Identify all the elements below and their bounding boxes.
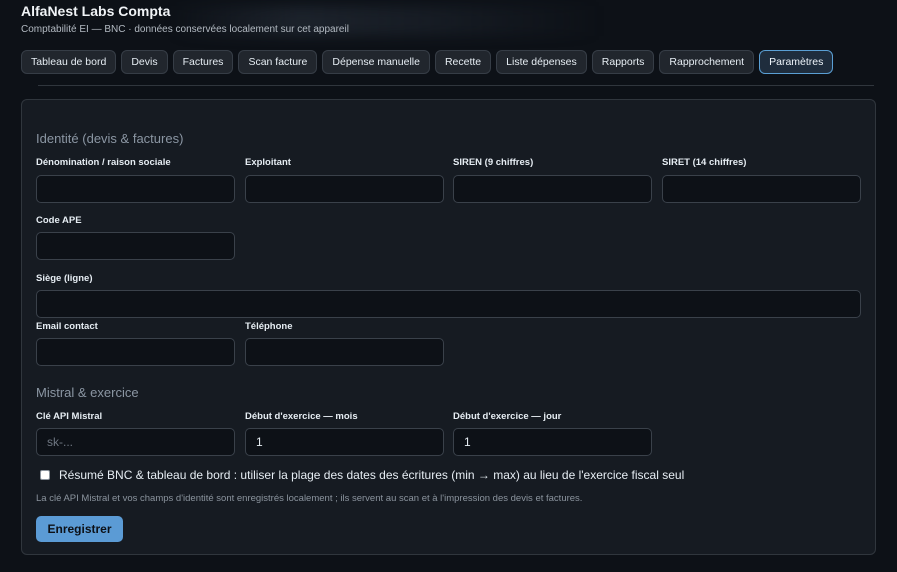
denomination-input[interactable] [36, 175, 235, 203]
tab-parametres[interactable]: Paramètres [759, 50, 834, 74]
start-day-label: Début d'exercice — jour [453, 411, 562, 422]
tab-rapports[interactable]: Rapports [591, 50, 655, 74]
section-divider [38, 85, 874, 86]
entry-range-checkbox[interactable] [40, 470, 50, 480]
tab-depense-manuelle[interactable]: Dépense manuelle [322, 50, 430, 74]
email-label: Email contact [36, 321, 98, 332]
telephone-label: Téléphone [245, 321, 293, 332]
tab-devis[interactable]: Devis [121, 50, 168, 74]
telephone-input[interactable] [245, 338, 444, 366]
tab-factures[interactable]: Factures [172, 50, 234, 74]
tab-liste-depenses[interactable]: Liste dépenses [496, 50, 587, 74]
entry-range-label: Résumé BNC & tableau de bord : utiliser … [59, 468, 685, 482]
storage-note: La clé API Mistral et vos champs d'ident… [36, 493, 583, 504]
siren-label: SIREN (9 chiffres) [453, 157, 534, 168]
app-title: AlfaNest Labs Compta [21, 3, 171, 19]
tab-recette[interactable]: Recette [434, 50, 492, 74]
identity-section-title: Identité (devis & factures) [36, 131, 184, 146]
exploitant-label: Exploitant [245, 157, 291, 168]
email-input[interactable] [36, 338, 235, 366]
denomination-label: Dénomination / raison sociale [36, 157, 171, 168]
start-day-input[interactable] [453, 428, 652, 456]
main-tabs: Tableau de bord Devis Factures Scan fact… [21, 50, 834, 74]
exploitant-input[interactable] [245, 175, 444, 203]
tab-rapprochement[interactable]: Rapprochement [659, 50, 755, 74]
ape-input[interactable] [36, 232, 235, 260]
api-key-label: Clé API Mistral [36, 411, 103, 422]
siret-input[interactable] [662, 175, 861, 203]
mistral-section-title: Mistral & exercice [36, 385, 139, 400]
siren-input[interactable] [453, 175, 652, 203]
start-month-label: Début d'exercice — mois [245, 411, 358, 422]
siret-label: SIRET (14 chiffres) [662, 157, 747, 168]
app-subtitle: Comptabilité EI — BNC · données conservé… [21, 24, 349, 35]
ape-label: Code APE [36, 215, 82, 226]
tab-scan-facture[interactable]: Scan facture [238, 50, 318, 74]
app-header: AlfaNest Labs Compta Comptabilité EI — B… [0, 0, 897, 88]
tab-tableau-de-bord[interactable]: Tableau de bord [21, 50, 117, 74]
siege-label: Siège (ligne) [36, 273, 93, 284]
start-month-input[interactable] [245, 428, 444, 456]
siege-input[interactable] [36, 290, 861, 318]
api-key-input[interactable] [36, 428, 235, 456]
save-button[interactable]: Enregistrer [36, 516, 123, 542]
